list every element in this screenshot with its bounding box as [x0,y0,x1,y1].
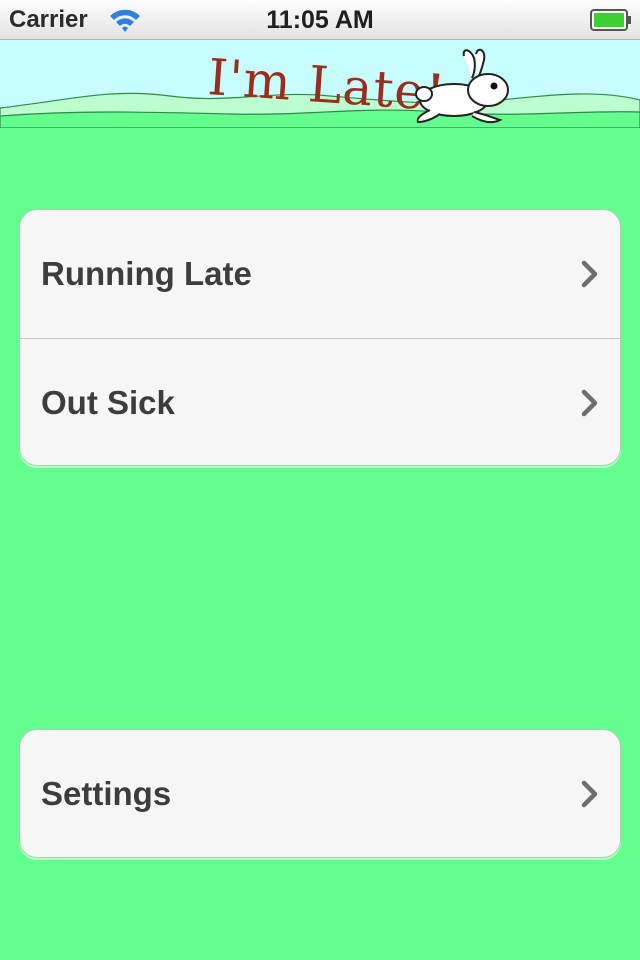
running-late-label: Running Late [41,255,252,292]
battery-icon [590,9,631,31]
rabbit-icon [415,48,509,124]
chevron-right-icon [581,780,598,808]
app-header-banner: I'm Late! [0,40,640,128]
status-bar: Carrier 11:05 AM [0,0,640,40]
out-sick-cell[interactable]: Out Sick [20,338,620,466]
main-menu-group: Running Late Out Sick [19,209,621,466]
settings-cell[interactable]: Settings [20,730,620,858]
running-late-cell[interactable]: Running Late [20,210,620,338]
status-time: 11:05 AM [266,6,374,34]
settings-group: Settings [19,729,621,858]
settings-label: Settings [41,775,172,812]
chevron-right-icon [581,389,598,417]
out-sick-label: Out Sick [41,384,175,421]
chevron-right-icon [581,260,598,288]
